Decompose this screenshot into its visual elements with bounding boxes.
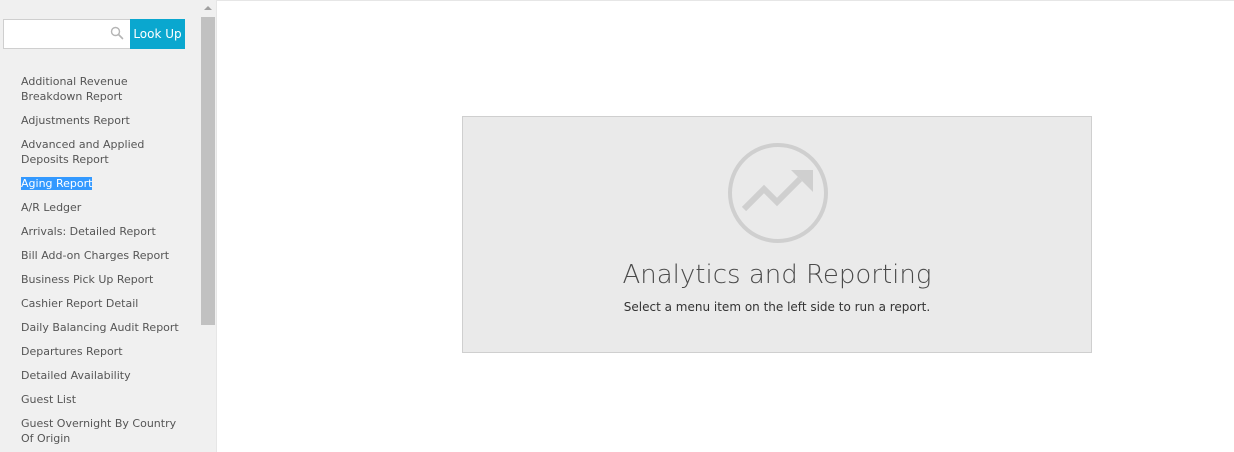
- scroll-thumb[interactable]: [201, 17, 215, 325]
- report-item[interactable]: Aging Report: [0, 176, 200, 191]
- report-item-label: Bill Add-on Charges Report: [21, 249, 170, 262]
- report-item-label: Aging Report: [21, 177, 93, 190]
- report-item-label: Detailed Availability: [21, 369, 131, 382]
- sidebar-divider: [216, 0, 217, 452]
- app-window: Look Up Additional Revenue Breakdown Rep…: [0, 0, 1234, 452]
- report-item-label: Guest Overnight By Country Of Origin: [21, 417, 177, 445]
- empty-state-panel: Analytics and Reporting Select a menu it…: [462, 116, 1092, 353]
- report-item[interactable]: Guest List: [0, 392, 200, 407]
- report-item[interactable]: Cashier Report Detail: [0, 296, 200, 311]
- sidebar-scrollbar[interactable]: [200, 0, 216, 452]
- report-item-label: Arrivals: Detailed Report: [21, 225, 156, 238]
- report-item[interactable]: Business Pick Up Report: [0, 272, 200, 287]
- search-bar: Look Up: [3, 19, 185, 49]
- report-item[interactable]: A/R Ledger: [0, 200, 200, 215]
- search-input[interactable]: [3, 19, 130, 49]
- report-item-label: Guest List: [21, 393, 77, 406]
- report-item-label: Cashier Report Detail: [21, 297, 139, 310]
- report-item[interactable]: Departures Report: [0, 344, 200, 359]
- top-border: [217, 0, 1234, 1]
- report-item-label: Daily Balancing Audit Report: [21, 321, 179, 334]
- report-item[interactable]: Detailed Availability: [0, 368, 200, 383]
- report-item[interactable]: Adjustments Report: [0, 113, 200, 128]
- report-sidebar: Look Up Additional Revenue Breakdown Rep…: [0, 0, 200, 452]
- report-item-label: Adjustments Report: [21, 114, 130, 127]
- report-item[interactable]: Bill Add-on Charges Report: [0, 248, 200, 263]
- lookup-button[interactable]: Look Up: [130, 19, 185, 49]
- report-item[interactable]: Daily Balancing Audit Report: [0, 320, 200, 335]
- report-item-label: Additional Revenue Breakdown Report: [21, 75, 128, 103]
- report-item[interactable]: Arrivals: Detailed Report: [0, 224, 200, 239]
- page-subtitle: Select a menu item on the left side to r…: [623, 300, 931, 314]
- page-title: Analytics and Reporting: [622, 260, 932, 290]
- report-item-label: A/R Ledger: [21, 201, 82, 214]
- scroll-up-arrow-icon[interactable]: [200, 0, 216, 16]
- report-item-label: Business Pick Up Report: [21, 273, 154, 286]
- report-list: Additional Revenue Breakdown Report Adjus…: [0, 74, 200, 452]
- report-item[interactable]: Guest Overnight By Country Of Origin: [0, 416, 200, 446]
- report-item-label: Advanced and Applied Deposits Report: [21, 138, 145, 166]
- report-item[interactable]: Additional Revenue Breakdown Report: [0, 74, 200, 104]
- report-item-label: Departures Report: [21, 345, 123, 358]
- report-item[interactable]: Advanced and Applied Deposits Report: [0, 137, 200, 167]
- trending-up-icon: [728, 143, 828, 243]
